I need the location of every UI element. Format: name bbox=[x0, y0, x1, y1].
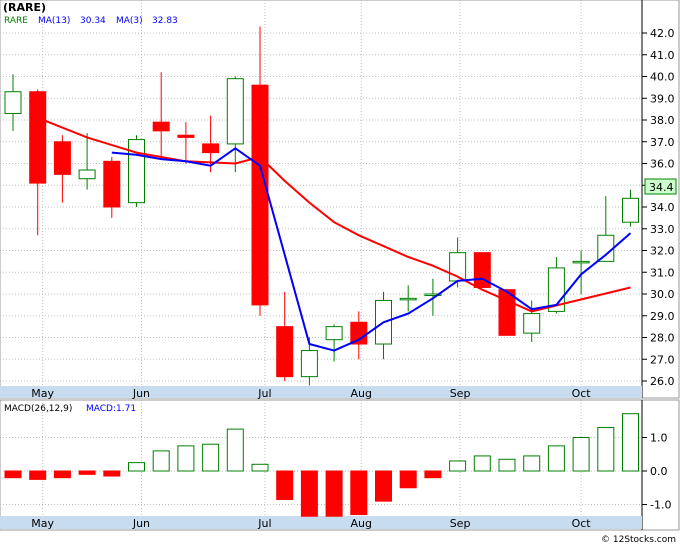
candle-body bbox=[523, 313, 541, 334]
ma3-legend-label: MA(3) bbox=[116, 16, 143, 26]
candle-body bbox=[226, 78, 244, 145]
price-x-label: Jun bbox=[132, 387, 150, 400]
candle-body bbox=[78, 169, 96, 180]
candle-body bbox=[128, 139, 145, 204]
macd-bar bbox=[572, 437, 590, 472]
macd-x-label: Oct bbox=[572, 517, 592, 530]
macd-bar bbox=[473, 455, 491, 472]
ma13-legend-value: 30.34 bbox=[80, 16, 106, 26]
price-x-label: Oct bbox=[572, 387, 592, 400]
price-tick-label: 27.0 bbox=[650, 353, 675, 366]
price-tick-label: 29.0 bbox=[650, 310, 675, 323]
price-tick-label: 26.0 bbox=[650, 375, 675, 388]
macd-legend-label: MACD(26,12,9) bbox=[4, 404, 72, 414]
candle-body bbox=[177, 134, 195, 138]
macd-x-label: Jun bbox=[132, 517, 150, 530]
price-x-label: Jul bbox=[257, 387, 271, 400]
macd-bar bbox=[226, 428, 244, 472]
price-tick-label: 41.0 bbox=[650, 49, 675, 62]
macd-bar bbox=[325, 470, 343, 517]
price-x-label: May bbox=[31, 387, 54, 400]
price-tick-label: 32.0 bbox=[650, 245, 675, 258]
macd-x-label: Jul bbox=[257, 517, 271, 530]
price-tick-label: 38.0 bbox=[650, 114, 675, 127]
price-tick-label: 40.0 bbox=[650, 71, 675, 84]
price-tick-label: 31.0 bbox=[650, 266, 675, 279]
macd-bar bbox=[152, 450, 170, 472]
candle bbox=[128, 135, 145, 207]
price-tick-label: 34.0 bbox=[650, 201, 675, 214]
macd-x-label: Sep bbox=[450, 517, 471, 530]
last-price-badge: 34.4 bbox=[644, 178, 677, 195]
candle-body bbox=[597, 234, 615, 262]
macd-bar bbox=[4, 470, 22, 479]
candle-body bbox=[572, 260, 590, 264]
macd-bar bbox=[449, 460, 467, 472]
macd-bar bbox=[78, 470, 96, 475]
macd-bar bbox=[53, 470, 71, 479]
price-tick-label: 37.0 bbox=[650, 136, 675, 149]
macd-bar bbox=[202, 443, 220, 472]
macd-tick-label: 0.0 bbox=[650, 465, 668, 478]
macd-bar bbox=[523, 455, 541, 472]
macd-legend-value: MACD:1.71 bbox=[86, 404, 136, 414]
ticker-legend: RARE bbox=[4, 16, 28, 26]
price-tick-label: 36.0 bbox=[650, 158, 675, 171]
candle-body bbox=[622, 197, 639, 223]
price-tick-label: 42.0 bbox=[650, 27, 675, 40]
candle-body bbox=[53, 141, 71, 175]
macd-bar bbox=[597, 426, 615, 472]
price-tick-label: 33.0 bbox=[650, 223, 675, 236]
macd-bar bbox=[424, 470, 442, 479]
chart-title: (RARE) bbox=[3, 1, 46, 14]
candle-body bbox=[300, 350, 318, 378]
candle-body bbox=[276, 326, 294, 378]
candle-body bbox=[103, 160, 121, 208]
macd-bar bbox=[547, 445, 565, 472]
candle-body bbox=[29, 91, 47, 184]
price-x-axis-band bbox=[0, 386, 642, 398]
macd-bar bbox=[622, 413, 639, 472]
macd-x-label: Aug bbox=[351, 517, 372, 530]
macd-bar bbox=[399, 470, 417, 489]
candle-body bbox=[4, 91, 22, 114]
candle-body bbox=[152, 121, 170, 132]
macd-bar bbox=[276, 470, 294, 500]
macd-tick-label: 1.0 bbox=[650, 432, 668, 445]
macd-tick-label: -1.0 bbox=[650, 499, 671, 512]
candle-body bbox=[202, 143, 220, 154]
macd-bar bbox=[300, 470, 318, 517]
macd-bar bbox=[177, 445, 195, 472]
price-tick-label: 28.0 bbox=[650, 332, 675, 345]
macd-bar bbox=[375, 470, 392, 502]
ma3-legend-value: 32.83 bbox=[152, 16, 178, 26]
macd-bar bbox=[29, 470, 47, 480]
price-tick-label: 30.0 bbox=[650, 288, 675, 301]
macd-bar bbox=[498, 458, 516, 472]
macd-x-label: May bbox=[31, 517, 54, 530]
chart-root: 26.027.028.029.030.031.032.033.034.035.0… bbox=[0, 0, 680, 546]
price-tick-label: 39.0 bbox=[650, 92, 675, 105]
watermark: © 12Stocks.com bbox=[601, 535, 676, 545]
candle-body bbox=[325, 326, 343, 341]
macd-x-axis-band bbox=[0, 516, 642, 529]
stock-chart: 26.027.028.029.030.031.032.033.034.035.0… bbox=[0, 0, 680, 545]
candle-body bbox=[251, 84, 269, 306]
macd-bar bbox=[350, 470, 368, 516]
macd-bar bbox=[251, 463, 269, 472]
macd-bar bbox=[128, 462, 145, 472]
last-price-badge-text: 34.4 bbox=[649, 181, 674, 194]
price-x-label: Sep bbox=[450, 387, 471, 400]
macd-bar bbox=[103, 470, 121, 477]
ma13-legend-label: MA(13) bbox=[38, 16, 70, 26]
price-x-label: Aug bbox=[351, 387, 372, 400]
candle-body bbox=[399, 297, 417, 301]
